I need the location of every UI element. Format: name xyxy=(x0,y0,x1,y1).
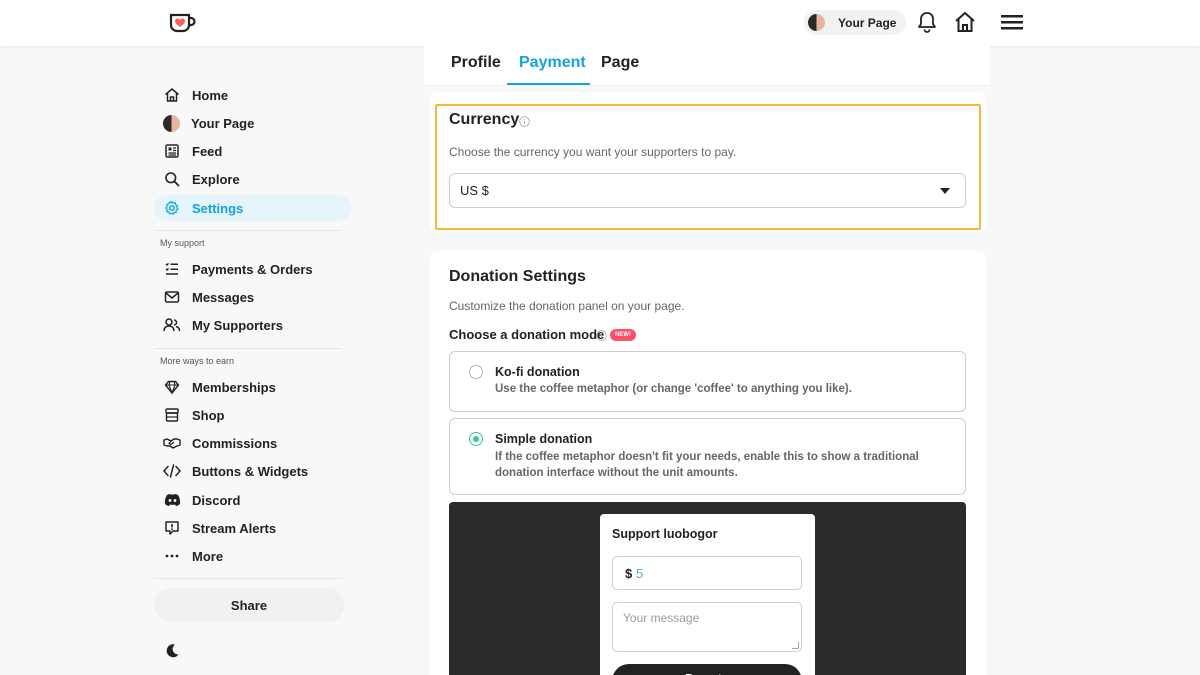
top-bar: Your Page xyxy=(0,0,1200,46)
tab-payment[interactable]: Payment xyxy=(519,54,586,72)
sidebar-item-discord[interactable]: Discord xyxy=(154,487,352,513)
code-icon xyxy=(163,462,181,480)
sidebar-item-buttons-widgets[interactable]: Buttons & Widgets xyxy=(154,458,352,484)
donation-widget: Support luobogor $ 5 Your message Donate xyxy=(600,514,815,675)
option-title: Simple donation xyxy=(495,432,593,446)
sidebar-item-settings[interactable]: Settings xyxy=(154,195,352,221)
currency-description: Choose the currency you want your suppor… xyxy=(449,145,737,159)
your-page-pill-label: Your Page xyxy=(838,15,897,30)
new-badge: NEW! xyxy=(610,329,636,341)
moon-icon[interactable] xyxy=(164,643,180,659)
donation-mode-label: Choose a donation mode xyxy=(449,327,605,342)
sidebar-item-label: Home xyxy=(192,87,229,103)
sidebar-item-feed[interactable]: Feed xyxy=(154,138,352,164)
sidebar-item-payments-orders[interactable]: Payments & Orders xyxy=(154,256,352,282)
caret-down-icon xyxy=(940,188,950,194)
divider xyxy=(154,578,342,579)
sidebar-item-label: Payments & Orders xyxy=(192,261,313,277)
donate-button[interactable]: Donate xyxy=(612,664,802,675)
settings-tabs: Profile Payment Page xyxy=(424,46,990,86)
currency-select-value: US $ xyxy=(460,183,489,198)
radio-kofi-donation[interactable] xyxy=(469,365,483,379)
sidebar-item-label: Messages xyxy=(192,289,255,305)
info-icon[interactable] xyxy=(519,116,530,127)
sidebar-item-stream-alerts[interactable]: Stream Alerts xyxy=(154,515,352,541)
handshake-icon xyxy=(163,434,181,452)
sidebar-item-label: Buttons & Widgets xyxy=(192,463,309,479)
sidebar-item-my-supporters[interactable]: My Supporters xyxy=(154,312,352,338)
home-icon[interactable] xyxy=(954,11,976,33)
donation-preview: Support luobogor $ 5 Your message Donate xyxy=(449,502,966,675)
gear-icon xyxy=(163,199,181,217)
sidebar-item-label: More xyxy=(192,548,224,564)
kofi-logo-icon[interactable] xyxy=(168,12,196,34)
sidebar-item-label: Discord xyxy=(192,492,241,508)
donation-description: Customize the donation panel on your pag… xyxy=(449,299,685,313)
resize-grip-icon[interactable] xyxy=(792,642,799,649)
shop-icon xyxy=(163,406,181,424)
sidebar-item-messages[interactable]: Messages xyxy=(154,284,352,310)
option-description: If the coffee metaphor doesn't fit your … xyxy=(495,451,919,479)
alert-icon xyxy=(163,519,181,537)
sidebar-item-label: Commissions xyxy=(192,435,278,451)
info-icon[interactable] xyxy=(596,330,607,341)
diamond-icon xyxy=(163,378,181,396)
option-kofi-donation[interactable]: Ko-fi donation Use the coffee metaphor (… xyxy=(449,351,966,412)
mail-icon xyxy=(163,288,181,306)
currency-symbol: $ xyxy=(625,566,633,581)
sidebar-item-more[interactable]: More xyxy=(154,543,352,569)
sidebar-item-label: Your Page xyxy=(191,115,255,131)
tab-page[interactable]: Page xyxy=(601,54,639,72)
option-description: Use the coffee metaphor (or change 'coff… xyxy=(495,383,852,395)
divider xyxy=(154,230,342,231)
currency-select[interactable]: US $ xyxy=(449,173,966,208)
message-placeholder: Your message xyxy=(623,611,700,625)
sidebar-item-your-page[interactable]: Your Page xyxy=(154,110,352,136)
sidebar-item-commissions[interactable]: Commissions xyxy=(154,430,352,456)
sidebar-item-shop[interactable]: Shop xyxy=(154,402,352,428)
discord-icon xyxy=(163,491,181,509)
sidebar-item-label: Shop xyxy=(192,407,225,423)
sidebar-item-label: Memberships xyxy=(192,379,276,395)
sidebar-item-label: My Supporters xyxy=(192,317,284,333)
feed-icon xyxy=(163,142,181,160)
sidebar-item-label: Feed xyxy=(192,143,223,159)
widget-title: Support luobogor xyxy=(612,527,718,541)
amount-input[interactable]: $ 5 xyxy=(612,556,802,590)
sidebar-item-memberships[interactable]: Memberships xyxy=(154,374,352,400)
sidebar-item-home[interactable]: Home xyxy=(154,82,352,108)
share-button[interactable]: Share xyxy=(154,588,344,622)
menu-icon[interactable] xyxy=(1000,12,1024,32)
sidebar-item-label: Stream Alerts xyxy=(192,520,277,536)
divider xyxy=(154,348,342,349)
option-simple-donation[interactable]: Simple donation If the coffee metaphor d… xyxy=(449,418,966,495)
supporters-icon xyxy=(163,316,181,334)
search-icon xyxy=(163,170,181,188)
sidebar-item-label: Settings xyxy=(192,200,244,216)
section-label-my-support: My support xyxy=(160,238,205,248)
list-icon xyxy=(163,260,181,278)
message-input[interactable]: Your message xyxy=(612,602,802,652)
home-icon xyxy=(163,86,181,104)
bell-icon[interactable] xyxy=(917,11,937,33)
option-title: Ko-fi donation xyxy=(495,365,580,379)
avatar xyxy=(163,114,180,132)
avatar xyxy=(808,14,825,31)
radio-simple-donation[interactable] xyxy=(469,432,483,446)
your-page-pill[interactable]: Your Page xyxy=(804,10,906,35)
more-icon xyxy=(163,547,181,565)
sidebar-item-label: Explore xyxy=(192,171,240,187)
currency-title: Currency xyxy=(449,111,520,128)
sidebar-item-explore[interactable]: Explore xyxy=(154,166,352,192)
tab-profile[interactable]: Profile xyxy=(451,54,501,72)
amount-value: 5 xyxy=(636,566,644,581)
donation-title: Donation Settings xyxy=(449,268,586,285)
section-label-more-ways: More ways to earn xyxy=(160,356,235,366)
tab-active-indicator xyxy=(507,83,590,85)
